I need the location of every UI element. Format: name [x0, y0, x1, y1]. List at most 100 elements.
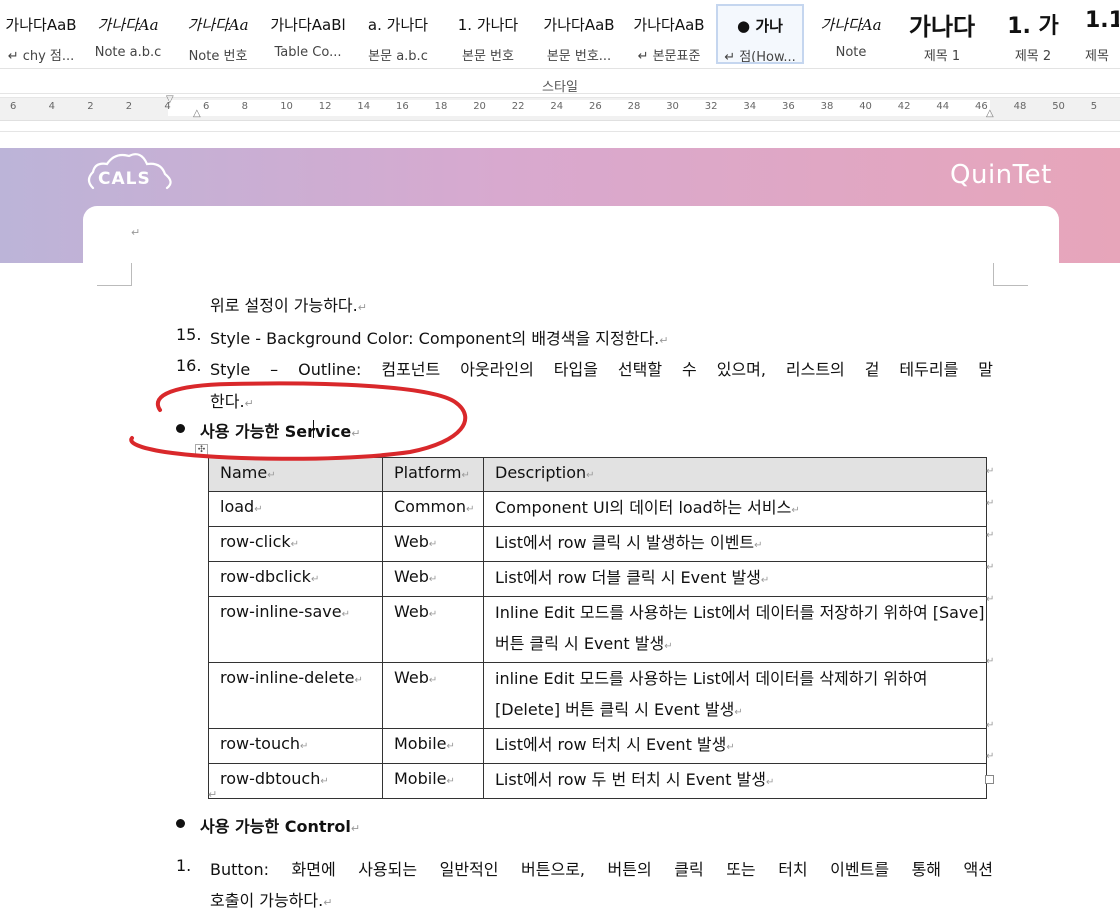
cell-mark: ↵	[760, 575, 770, 586]
style-tile[interactable]: 가나다Aa Note	[808, 4, 894, 64]
style-tile[interactable]: 가나다AaB 본문 번호...	[536, 4, 622, 64]
cell-name[interactable]: row-click↵	[208, 526, 383, 562]
row-end-mark: ↵	[986, 498, 995, 509]
style-tile[interactable]: 가나다AaB ↵ chy 점...	[0, 4, 82, 64]
cell-name[interactable]: row-inline-delete↵	[208, 662, 383, 729]
cell-mark: ↵	[428, 574, 438, 585]
crop-mark-right	[993, 263, 1028, 286]
cell-description[interactable]: List에서 row 클릭 시 발생하는 이벤트↵	[483, 526, 987, 562]
cell-platform[interactable]: Common↵	[382, 491, 484, 527]
style-tile[interactable]: 가나다Aa Note a.b.c	[86, 4, 170, 64]
style-tile[interactable]: 1. 가 제목 2	[990, 4, 1076, 64]
cell-description-text: List에서 row 두 번 터치 시 Event 발생	[495, 770, 766, 789]
table-row: row-inline-delete↵ Web↵ inline Edit 모드를 …	[208, 662, 987, 729]
section-heading-service: 사용 가능한 Service↵	[200, 418, 360, 442]
cell-description[interactable]: Component UI의 데이터 load하는 서비스↵	[483, 491, 987, 527]
style-tile-name: Note 번호	[188, 49, 248, 64]
horizontal-ruler[interactable]: ▽ △ △ 6 4 2 2 4 6 8 10 12 14 16 18 20 22 24 26 28 30 32 34 3…	[0, 94, 1120, 121]
cell-name[interactable]: row-inline-save↵	[208, 596, 383, 663]
list-item-16-line1: Style – Outline: 컴포넌트 아웃라인의 타입을 선택할 수 있으…	[210, 360, 993, 379]
cell-mark: ↵	[726, 742, 735, 753]
paragraph-mark: ↵	[208, 788, 218, 801]
style-tile-preview: 가나다AaB	[543, 16, 615, 34]
cell-name[interactable]: row-dbclick↵	[208, 561, 383, 597]
ruler-tick-label: 16	[396, 101, 409, 112]
cell-description[interactable]: List에서 row 터치 시 Event 발생↵	[483, 728, 987, 764]
list-item-15: Style - Background Color: Component의 배경색…	[210, 325, 669, 349]
ruler-tick-label: 34	[743, 101, 757, 112]
style-tile-preview: 가나다	[908, 13, 976, 41]
cell-name-text: row-inline-save	[220, 602, 342, 621]
style-tile-selected[interactable]: ● 가나 ↵ 점(How...	[716, 4, 804, 64]
style-tile[interactable]: 가나다AaB ↵ 본문표준	[626, 4, 712, 64]
style-tile[interactable]: 가나다 제목 1	[898, 4, 986, 64]
ruler-tick-label: 2	[87, 101, 94, 112]
table-row: row-dbtouch↵ Mobile↵ List에서 row 두 번 터치 시…	[208, 763, 987, 799]
table-row: load↵ Common↵ Component UI의 데이터 load하는 서…	[208, 491, 987, 527]
cell-description-text: inline Edit 모드를 사용하는 List에서 데이터를 삭제하기 위하…	[495, 669, 928, 719]
table-resize-handle[interactable]	[985, 775, 994, 784]
list-item-text: Style - Background Color: Component의 배경색…	[210, 329, 660, 348]
row-end-mark: ↵	[986, 751, 995, 762]
cell-description[interactable]: Inline Edit 모드를 사용하는 List에서 데이터를 저장하기 위하…	[483, 596, 987, 663]
cell-name-text: row-click	[220, 532, 291, 551]
ruler-tick-label: 12	[318, 101, 332, 112]
style-tile[interactable]: 가나다Aa Note 번호	[176, 4, 260, 64]
list-item-text: 한다.	[210, 392, 245, 411]
style-tile[interactable]: a. 가나다 본문 a.b.c	[356, 4, 440, 64]
style-tile-name: ↵ 본문표준	[637, 49, 701, 64]
style-tile-name: 제목 1	[923, 49, 961, 64]
paragraph-mark: ↵	[659, 334, 669, 347]
cell-mark: ↵	[754, 540, 763, 551]
cell-mark: ↵	[791, 505, 800, 516]
cell-platform[interactable]: Web↵	[382, 596, 484, 663]
cell-platform-text: Web	[394, 602, 429, 621]
cell-description[interactable]: List에서 row 두 번 터치 시 Event 발생↵	[483, 763, 987, 799]
cell-name-text: row-touch	[220, 734, 301, 753]
cell-name[interactable]: row-dbtouch↵	[208, 763, 383, 799]
cell-name[interactable]: row-touch↵	[208, 728, 383, 764]
ruler-bottom-divider	[0, 131, 1120, 132]
list-number: 16.	[176, 356, 202, 375]
header-cell-name[interactable]: Name↵	[208, 457, 383, 492]
style-tile[interactable]: 1. 가나다 본문 번호	[446, 4, 530, 64]
left-indent-marker[interactable]: △	[193, 108, 201, 119]
cell-platform[interactable]: Web↵	[382, 561, 484, 597]
cell-description-text: List에서 row 클릭 시 발생하는 이벤트	[495, 533, 755, 552]
cell-mark: ↵	[267, 470, 276, 481]
ruler-tick-label: 26	[589, 101, 602, 112]
cell-platform[interactable]: Mobile↵	[382, 763, 484, 799]
table-move-handle[interactable]: ✣	[195, 444, 208, 457]
style-tile-preview: a. 가나다	[367, 16, 429, 34]
bullet-icon	[176, 819, 185, 828]
ruler-tick-label: 4	[164, 101, 171, 112]
cell-platform[interactable]: Web↵	[382, 662, 484, 729]
cell-description[interactable]: List에서 row 더블 클릭 시 Event 발생↵	[483, 561, 987, 597]
cell-description-text: Component UI의 데이터 load하는 서비스	[495, 498, 792, 517]
cell-platform[interactable]: Mobile↵	[382, 728, 484, 764]
ruler-tick-label: 38	[820, 101, 834, 112]
header-cell-platform[interactable]: Platform↵	[382, 457, 484, 492]
cell-mark: ↵	[290, 539, 300, 550]
ruler-tick-label: 30	[666, 101, 679, 112]
style-tile-name: ↵ chy 점...	[7, 49, 75, 64]
style-tile-name: 본문 a.b.c	[368, 49, 428, 64]
ruler-tick-label: 40	[859, 101, 872, 112]
style-tile-preview: 가나다AaB	[633, 16, 705, 34]
header-cell-description[interactable]: Description↵	[483, 457, 987, 492]
cell-name[interactable]: load↵	[208, 491, 383, 527]
cell-platform-text: Common	[394, 497, 467, 516]
cell-platform[interactable]: Web↵	[382, 526, 484, 562]
ruler-tick-label: 6	[10, 101, 17, 112]
style-tile[interactable]: 1.1 제목	[1080, 4, 1120, 64]
row-end-mark: ↵	[986, 720, 995, 731]
header-platform-text: Platform	[394, 463, 462, 482]
cell-description[interactable]: inline Edit 모드를 사용하는 List에서 데이터를 삭제하기 위하…	[483, 662, 987, 729]
style-tile-name: 제목 2	[1014, 49, 1052, 64]
cell-platform-text: Mobile	[394, 769, 447, 788]
style-tile[interactable]: 가나다AaBl Table Co...	[264, 4, 352, 64]
table-row: row-inline-save↵ Web↵ Inline Edit 모드를 사용…	[208, 596, 987, 663]
row-end-mark: ↵	[986, 466, 995, 477]
cell-mark: ↵	[734, 707, 743, 718]
style-tile-preview: 가나다Aa	[820, 16, 882, 34]
